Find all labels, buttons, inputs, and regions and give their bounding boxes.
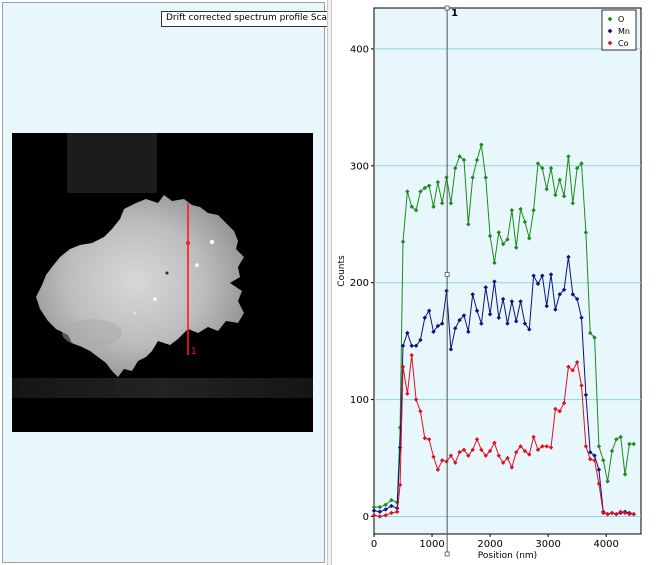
profile-chart[interactable]: 01002003004000 1000 2000 3000 4000Position (… [332, 0, 658, 565]
sem-image[interactable]: 1 [12, 133, 313, 432]
chart-panel: 0 100 200 300 400 0 1000 2000 3000 4000 Position (… [332, 0, 658, 565]
y-tick-label: 400 [350, 44, 369, 55]
x-axis-title: Position (nm) [478, 551, 537, 561]
y-tick-label: 300 [350, 161, 369, 172]
background-band [12, 378, 313, 398]
y-tick-label: 200 [350, 278, 369, 289]
legend-label-mn: Mn [618, 27, 630, 36]
particle-shading [62, 319, 122, 347]
cursor-handle-mid[interactable] [444, 272, 450, 277]
background-texture [67, 133, 157, 193]
y-tick-label: 100 [350, 395, 369, 406]
x-tick-label: 1000 [419, 539, 444, 550]
legend-label-o: O [618, 15, 624, 24]
cursor-handle-bottom[interactable] [444, 551, 450, 557]
bright-spot [195, 263, 199, 267]
x-tick-label: 4000 [593, 539, 618, 550]
bright-spot [209, 239, 215, 245]
y-tick-label: 0 [363, 512, 369, 523]
image-panel: Drift corrected spectrum profile Scannin… [2, 2, 358, 563]
x-tick-label: 3000 [535, 539, 560, 550]
legend-label-co: Co [618, 39, 629, 48]
bright-spot [133, 311, 137, 315]
scan-line-marker: 1 [191, 347, 197, 357]
cursor-handle-top[interactable] [444, 5, 450, 11]
y-axis-title: Counts [337, 255, 347, 287]
plot-area[interactable] [373, 7, 642, 535]
dark-spot [165, 271, 169, 275]
x-tick-label: 0 [371, 539, 377, 550]
scan-position-marker[interactable] [186, 241, 190, 245]
cursor-label: 1 [451, 8, 458, 19]
bright-spot [153, 297, 157, 301]
x-tick-label: 2000 [477, 539, 502, 550]
